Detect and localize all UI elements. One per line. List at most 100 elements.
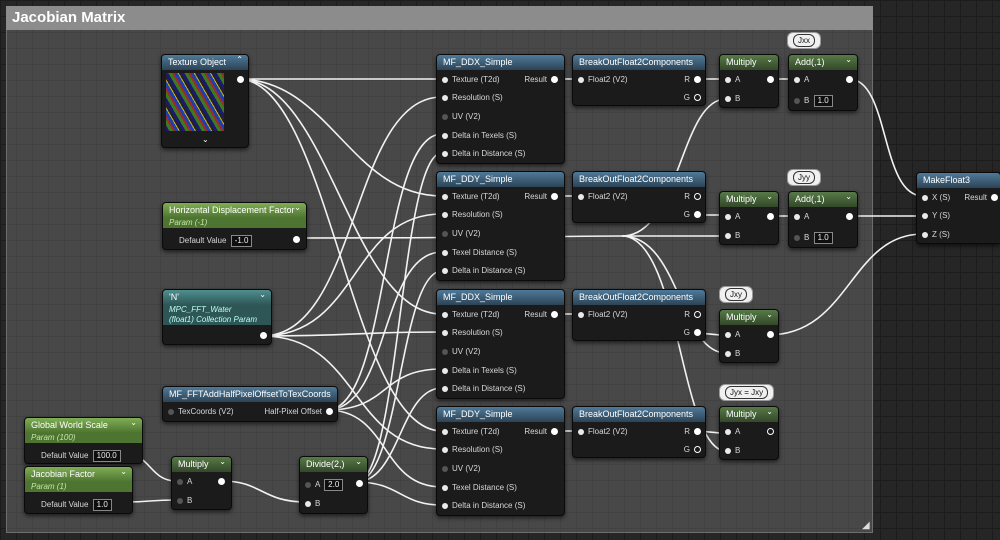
g-pin[interactable]: G [684, 93, 701, 103]
delta-texels-pin[interactable]: Delta in Texels (S) [442, 131, 517, 141]
collapse-chevron-icon[interactable]: ⌄ [766, 310, 773, 319]
breakout-node-3[interactable]: BreakOutFloat2Components Float2 (V2) R G [572, 289, 706, 341]
texture-pin[interactable]: Texture (T2d) [442, 427, 500, 437]
global-world-scale-node[interactable]: Global World Scale ⌄ Param (100) Default… [24, 417, 143, 464]
float2-pin[interactable]: Float2 (V2) [578, 310, 628, 320]
uv-pin[interactable]: UV (V2) [442, 229, 480, 239]
r-pin[interactable]: R [684, 75, 701, 85]
uv-pin[interactable]: UV (V2) [442, 112, 480, 122]
pin-a[interactable]: A [725, 75, 740, 85]
texel-distance-pin[interactable]: Texel Distance (S) [442, 248, 517, 258]
texel-distance-pin[interactable]: Texel Distance (S) [442, 483, 517, 493]
mf-ddx-node-1[interactable]: MF_DDX_Simple Texture (T2d) Resolution (… [436, 54, 565, 164]
g-pin[interactable]: G [684, 210, 701, 220]
x-pin[interactable]: X (S) [922, 193, 950, 203]
add-output-pin[interactable] [842, 212, 853, 222]
pin-b[interactable]: B [725, 231, 740, 241]
mf-ddx-node-2[interactable]: MF_DDX_Simple Texture (T2d) Resolution (… [436, 289, 565, 399]
comment-bubble-jyy[interactable]: Jyy [787, 169, 821, 186]
uv-pin[interactable]: UV (V2) [442, 464, 480, 474]
delta-distance-pin[interactable]: Delta in Distance (S) [442, 266, 525, 276]
pin-b[interactable]: B [725, 446, 740, 456]
texture-pin[interactable]: Texture (T2d) [442, 310, 500, 320]
resolution-pin[interactable]: Resolution (S) [442, 445, 503, 455]
delta-texels-pin[interactable]: Delta in Texels (S) [442, 366, 517, 376]
pin-b[interactable]: B [725, 349, 740, 359]
add-node-1[interactable]: Add(,1) ⌄ A B 1.0 [788, 54, 858, 111]
divide-output-pin[interactable] [352, 479, 363, 489]
comment-bubble-jxx[interactable]: Jxx [787, 32, 821, 49]
multiply-output-pin[interactable] [763, 427, 774, 437]
pin-b[interactable]: B 1.0 [794, 95, 833, 107]
jacobian-factor-node[interactable]: Jacobian Factor ⌄ Param (1) Default Valu… [24, 466, 133, 514]
multiply-output-pin[interactable] [763, 330, 774, 340]
default-value-field[interactable]: 1.0 [92, 499, 112, 511]
r-pin[interactable]: R [684, 192, 701, 202]
collapse-chevron-icon[interactable]: ⌄ [355, 457, 362, 466]
pin-b[interactable]: B [305, 499, 320, 509]
uv-pin[interactable]: UV (V2) [442, 347, 480, 357]
pin-a[interactable]: A [177, 477, 192, 487]
collapse-chevron-icon[interactable]: ⌄ [294, 203, 301, 212]
mf-ddy-node-1[interactable]: MF_DDY_Simple Texture (T2d) Resolution (… [436, 171, 565, 281]
collapse-chevron-icon[interactable]: ⌄ [766, 407, 773, 416]
pin-b[interactable]: B [177, 496, 192, 506]
a-value-field[interactable]: 2.0 [324, 479, 344, 491]
pin-a[interactable]: A [725, 212, 740, 222]
pin-b[interactable]: B [725, 94, 740, 104]
pin-a[interactable]: A [725, 330, 740, 340]
resolution-pin[interactable]: Resolution (S) [442, 328, 503, 338]
n-collection-param-node[interactable]: 'N' ⌄ MPC_FFT_Water (float1) Collection … [162, 289, 272, 345]
b-value-field[interactable]: 1.0 [813, 232, 833, 244]
result-pin[interactable]: Result [524, 427, 558, 437]
resize-handle-icon[interactable]: ◢ [862, 520, 870, 531]
texture-pin[interactable]: Texture (T2d) [442, 192, 500, 202]
r-pin[interactable]: R [684, 310, 701, 320]
mf-ddy-node-2[interactable]: MF_DDY_Simple Texture (T2d) Resolution (… [436, 406, 565, 516]
collapse-chevron-icon[interactable]: ⌄ [219, 457, 226, 466]
pin-a[interactable]: A [794, 75, 809, 85]
collapse-chevron-icon[interactable]: ⌄ [766, 55, 773, 64]
multiply-node-bottom[interactable]: Multiply ⌄ A B [171, 456, 232, 510]
default-value-field[interactable]: -1.0 [230, 235, 253, 247]
texture-pin[interactable]: Texture (T2d) [442, 75, 500, 85]
mf-half-pixel-node[interactable]: MF_FFTAddHalfPixelOffsetToTexCoords TexC… [162, 386, 338, 422]
collapse-chevron-icon[interactable]: ⌄ [845, 192, 852, 201]
result-pin[interactable]: Result [964, 193, 998, 203]
breakout-node-1[interactable]: BreakOutFloat2Components Float2 (V2) R G [572, 54, 706, 106]
collapse-chevron-icon[interactable]: ⌄ [130, 418, 137, 427]
collapse-chevron-icon[interactable]: ⌄ [120, 467, 127, 476]
multiply-output-pin[interactable] [763, 212, 774, 222]
multiply-node-4[interactable]: Multiply ⌄ A B [719, 406, 779, 460]
resolution-pin[interactable]: Resolution (S) [442, 210, 503, 220]
resolution-pin[interactable]: Resolution (S) [442, 93, 503, 103]
r-pin[interactable]: R [684, 427, 701, 437]
multiply-output-pin[interactable] [214, 477, 225, 487]
result-pin[interactable]: Result [524, 75, 558, 85]
g-pin[interactable]: G [684, 445, 701, 455]
float2-pin[interactable]: Float2 (V2) [578, 192, 628, 202]
graph-canvas[interactable]: Jacobian Matrix Texture Object ⌃ ⌄ Horiz… [0, 0, 1000, 540]
pin-a[interactable]: A [725, 427, 740, 437]
divide-node[interactable]: Divide(2,) ⌄ A 2.0 B [299, 456, 368, 514]
pin-b[interactable]: B 1.0 [794, 232, 833, 244]
multiply-node-1[interactable]: Multiply ⌄ A B [719, 54, 779, 108]
default-value-field[interactable]: 100.0 [92, 450, 121, 462]
delta-distance-pin[interactable]: Delta in Distance (S) [442, 501, 525, 511]
float2-pin[interactable]: Float2 (V2) [578, 427, 628, 437]
hdf-output-pin[interactable] [289, 235, 300, 245]
comment-bubble-jxy[interactable]: Jxy [719, 286, 753, 303]
texture-object-node[interactable]: Texture Object ⌃ ⌄ [161, 54, 249, 148]
delta-distance-pin[interactable]: Delta in Distance (S) [442, 149, 525, 159]
multiply-output-pin[interactable] [763, 75, 774, 85]
n-output-pin[interactable] [256, 331, 267, 341]
delta-distance-pin[interactable]: Delta in Distance (S) [442, 384, 525, 394]
makefloat3-node[interactable]: MakeFloat3 X (S) Y (S) Z (S) Result [916, 172, 1000, 244]
half-pixel-offset-pin[interactable]: Half-Pixel Offset [264, 407, 333, 417]
collapse-chevron-icon[interactable]: ⌄ [845, 55, 852, 64]
comment-bubble-jyx[interactable]: Jyx = Jxy [719, 384, 775, 401]
collapse-chevron-icon[interactable]: ⌄ [766, 192, 773, 201]
multiply-node-3[interactable]: Multiply ⌄ A B [719, 309, 779, 363]
pin-a[interactable]: A [794, 212, 809, 222]
float2-pin[interactable]: Float2 (V2) [578, 75, 628, 85]
